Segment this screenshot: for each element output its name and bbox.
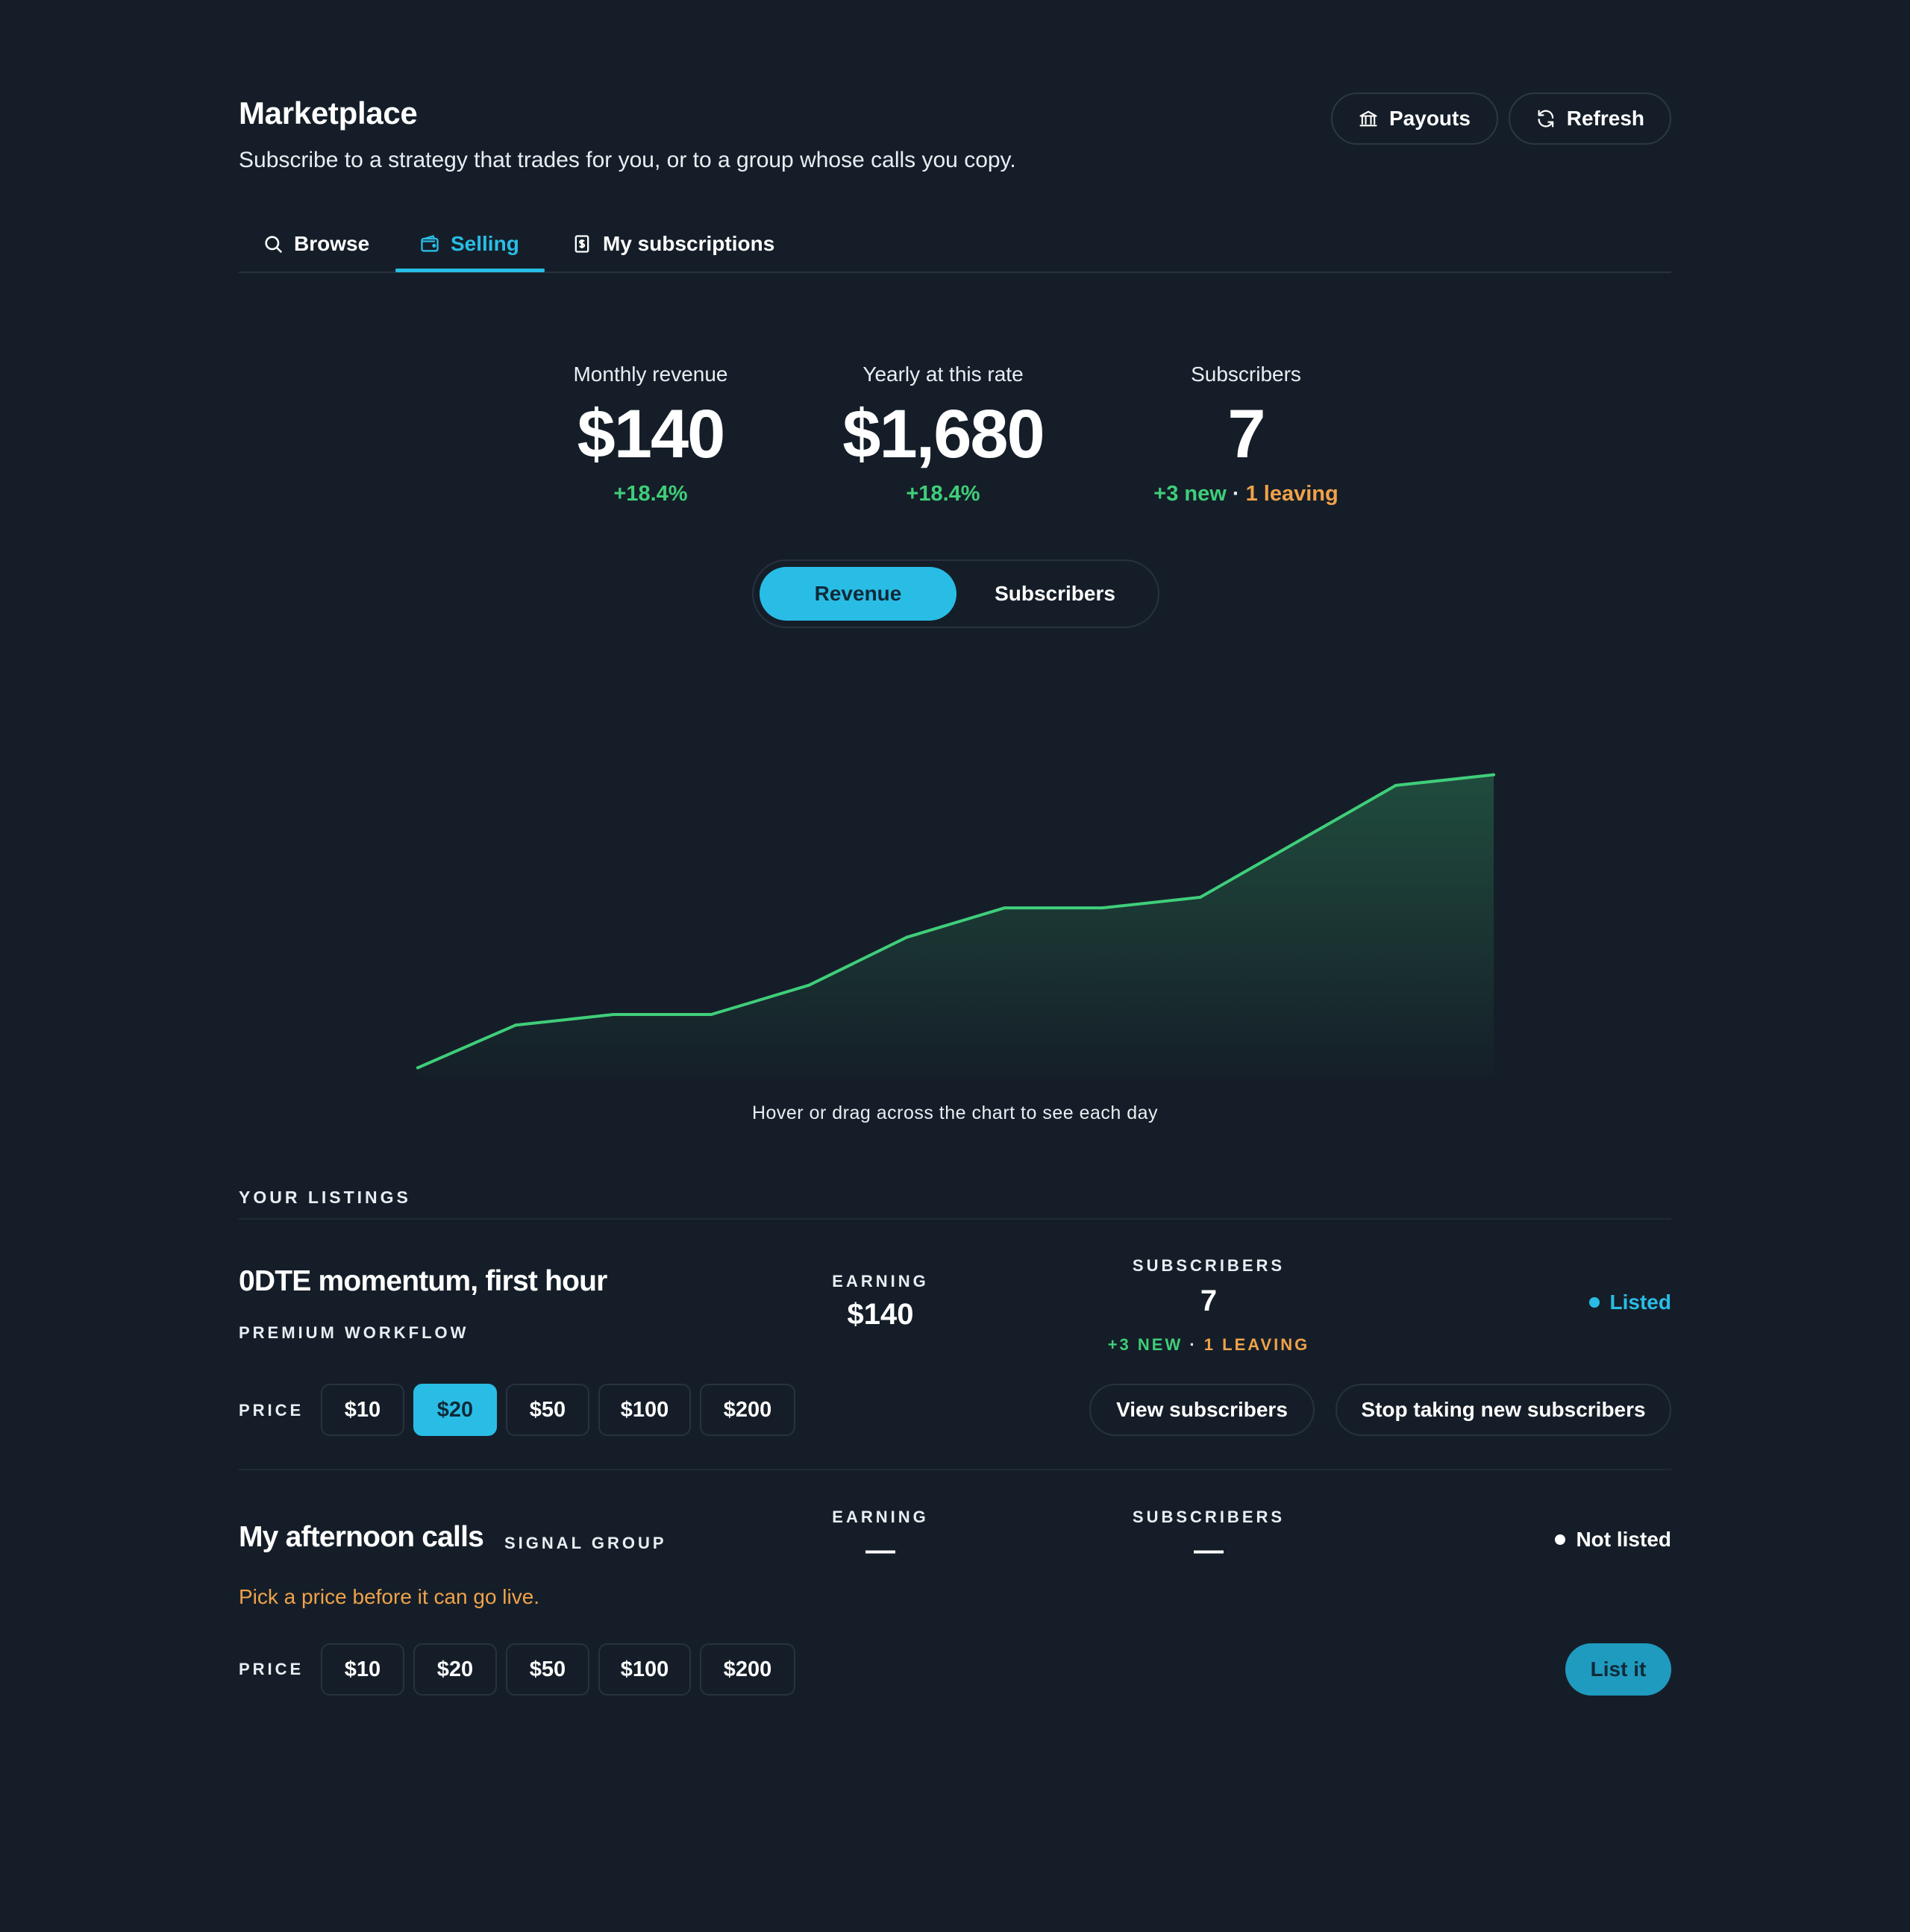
subscribers-caption: SUBSCRIBERS: [1132, 1256, 1286, 1275]
stat-subscribers: Subscribers 7 +3 new · 1 leaving: [1097, 363, 1395, 506]
stat-value: 7: [1227, 396, 1265, 472]
earning-value: $140: [847, 1298, 914, 1331]
listing-kind: PREMIUM WORKFLOW: [239, 1323, 469, 1342]
price-chip-200[interactable]: $200: [700, 1643, 795, 1696]
toggle-revenue[interactable]: Revenue: [760, 567, 956, 621]
status-badge-not-listed: Not listed: [1555, 1528, 1671, 1552]
price-chip-20[interactable]: $20: [413, 1643, 497, 1696]
earning-caption: EARNING: [832, 1508, 929, 1526]
toggle-subscribers[interactable]: Subscribers: [956, 567, 1153, 621]
stat-value: $140: [577, 396, 726, 472]
status-label: Listed: [1609, 1290, 1671, 1314]
status-label: Not listed: [1576, 1528, 1671, 1551]
page-subtitle: Subscribe to a strategy that trades for …: [239, 148, 1016, 172]
chart-point-9: [1198, 895, 1202, 899]
subscribers-value: —: [1194, 1534, 1224, 1566]
chart-point-6: [905, 935, 909, 939]
stat-label: Yearly at this rate: [862, 363, 1024, 386]
price-chip-50[interactable]: $50: [506, 1643, 589, 1696]
subscribers-change: +3 NEW · 1 LEAVING: [1074, 1335, 1343, 1355]
chart-point-7: [1003, 906, 1006, 910]
subscribers-leaving: 1 LEAVING: [1203, 1335, 1310, 1354]
tab-my-subscriptions-label: My subscriptions: [603, 232, 775, 255]
listing-title[interactable]: 0DTE momentum, first hour: [239, 1265, 607, 1298]
refresh-label: Refresh: [1566, 107, 1644, 130]
view-subscribers-button[interactable]: View subscribers: [1089, 1384, 1315, 1436]
status-badge-listed: Listed: [1588, 1290, 1671, 1314]
chart-point-1: [416, 1066, 419, 1070]
tab-browse-label: Browse: [294, 232, 370, 255]
subscribers-new: +3 new: [1153, 482, 1227, 506]
chart-point-2: [514, 1023, 518, 1027]
payouts-button[interactable]: Payouts: [1331, 92, 1498, 145]
price-label: PRICE: [239, 1660, 304, 1678]
tab-selling-label: Selling: [451, 232, 519, 255]
page: Marketplace Subscribe to a strategy that…: [0, 0, 1910, 1932]
price-chip-100[interactable]: $100: [598, 1384, 691, 1436]
price-label: PRICE: [239, 1401, 304, 1420]
stat-value: $1,680: [842, 396, 1045, 472]
earning-caption: EARNING: [832, 1272, 929, 1290]
tab-my-subscriptions[interactable]: My subscriptions: [572, 216, 774, 272]
separator-dot: ·: [1189, 1335, 1197, 1354]
chart-point-5: [807, 983, 811, 987]
subscribers-caption: SUBSCRIBERS: [1132, 1508, 1286, 1526]
chart-point-8: [1100, 906, 1104, 910]
stat-label: Monthly revenue: [573, 363, 728, 386]
chart-point-4: [710, 1013, 713, 1016]
subscribers-value: 7: [1200, 1285, 1218, 1317]
bank-icon: [1359, 110, 1377, 127]
stat-delta: +18.4%: [613, 482, 688, 506]
stat-delta: +18.4%: [906, 482, 980, 506]
listing-kind: SIGNAL GROUP: [504, 1534, 667, 1552]
tab-browse[interactable]: Browse: [263, 216, 369, 272]
subscribers-new: +3 NEW: [1107, 1335, 1183, 1354]
price-chip-10[interactable]: $10: [321, 1643, 404, 1696]
chart-metric-toggle: Revenue Subscribers: [752, 559, 1159, 628]
stat-yearly-revenue: Yearly at this rate $1,680 +18.4%: [794, 363, 1092, 506]
revenue-chart[interactable]: [239, 716, 1671, 1089]
price-chip-10[interactable]: $10: [321, 1384, 404, 1436]
tab-bar: Browse Selling My subscriptions: [239, 216, 1671, 273]
listing-title[interactable]: My afternoon calls: [239, 1521, 484, 1554]
payouts-label: Payouts: [1389, 107, 1471, 130]
divider: [239, 1469, 1671, 1470]
status-dot: [1588, 1297, 1600, 1308]
chart-point-12: [1492, 773, 1495, 777]
earning-value: —: [865, 1534, 895, 1566]
search-icon: [265, 236, 282, 253]
price-chip-200[interactable]: $200: [700, 1384, 795, 1436]
price-chip-100[interactable]: $100: [598, 1643, 691, 1696]
wallet-icon: [421, 235, 439, 252]
subscribers-leaving: 1 leaving: [1245, 482, 1338, 506]
refresh-icon: [1538, 110, 1554, 128]
chart-point-10: [1296, 839, 1300, 843]
stat-monthly-revenue: Monthly revenue $140 +18.4%: [501, 363, 800, 506]
refresh-button[interactable]: Refresh: [1509, 92, 1671, 145]
divider: [239, 1218, 1671, 1220]
listing-warning: Pick a price before it can go live.: [239, 1585, 540, 1608]
chart-point-11: [1394, 783, 1397, 787]
stat-subscriber-change: +3 new · 1 leaving: [1097, 482, 1395, 506]
section-title-your-listings: YOUR LISTINGS: [239, 1188, 411, 1207]
list-it-button[interactable]: List it: [1565, 1643, 1671, 1696]
active-tab-indicator: [395, 269, 545, 272]
stop-taking-subscribers-button[interactable]: Stop taking new subscribers: [1336, 1384, 1671, 1436]
chart-hint: Hover or drag across the chart to see ea…: [751, 1103, 1159, 1123]
receipt-icon: [574, 235, 589, 253]
chart-point-3: [612, 1013, 616, 1016]
price-chip-20-selected[interactable]: $20: [413, 1384, 497, 1436]
price-chip-50[interactable]: $50: [506, 1384, 589, 1436]
page-title: Marketplace: [239, 95, 418, 131]
separator-dot: ·: [1232, 482, 1240, 506]
stat-label: Subscribers: [1191, 363, 1301, 386]
tab-selling[interactable]: Selling: [419, 216, 519, 272]
status-dot: [1555, 1534, 1566, 1545]
